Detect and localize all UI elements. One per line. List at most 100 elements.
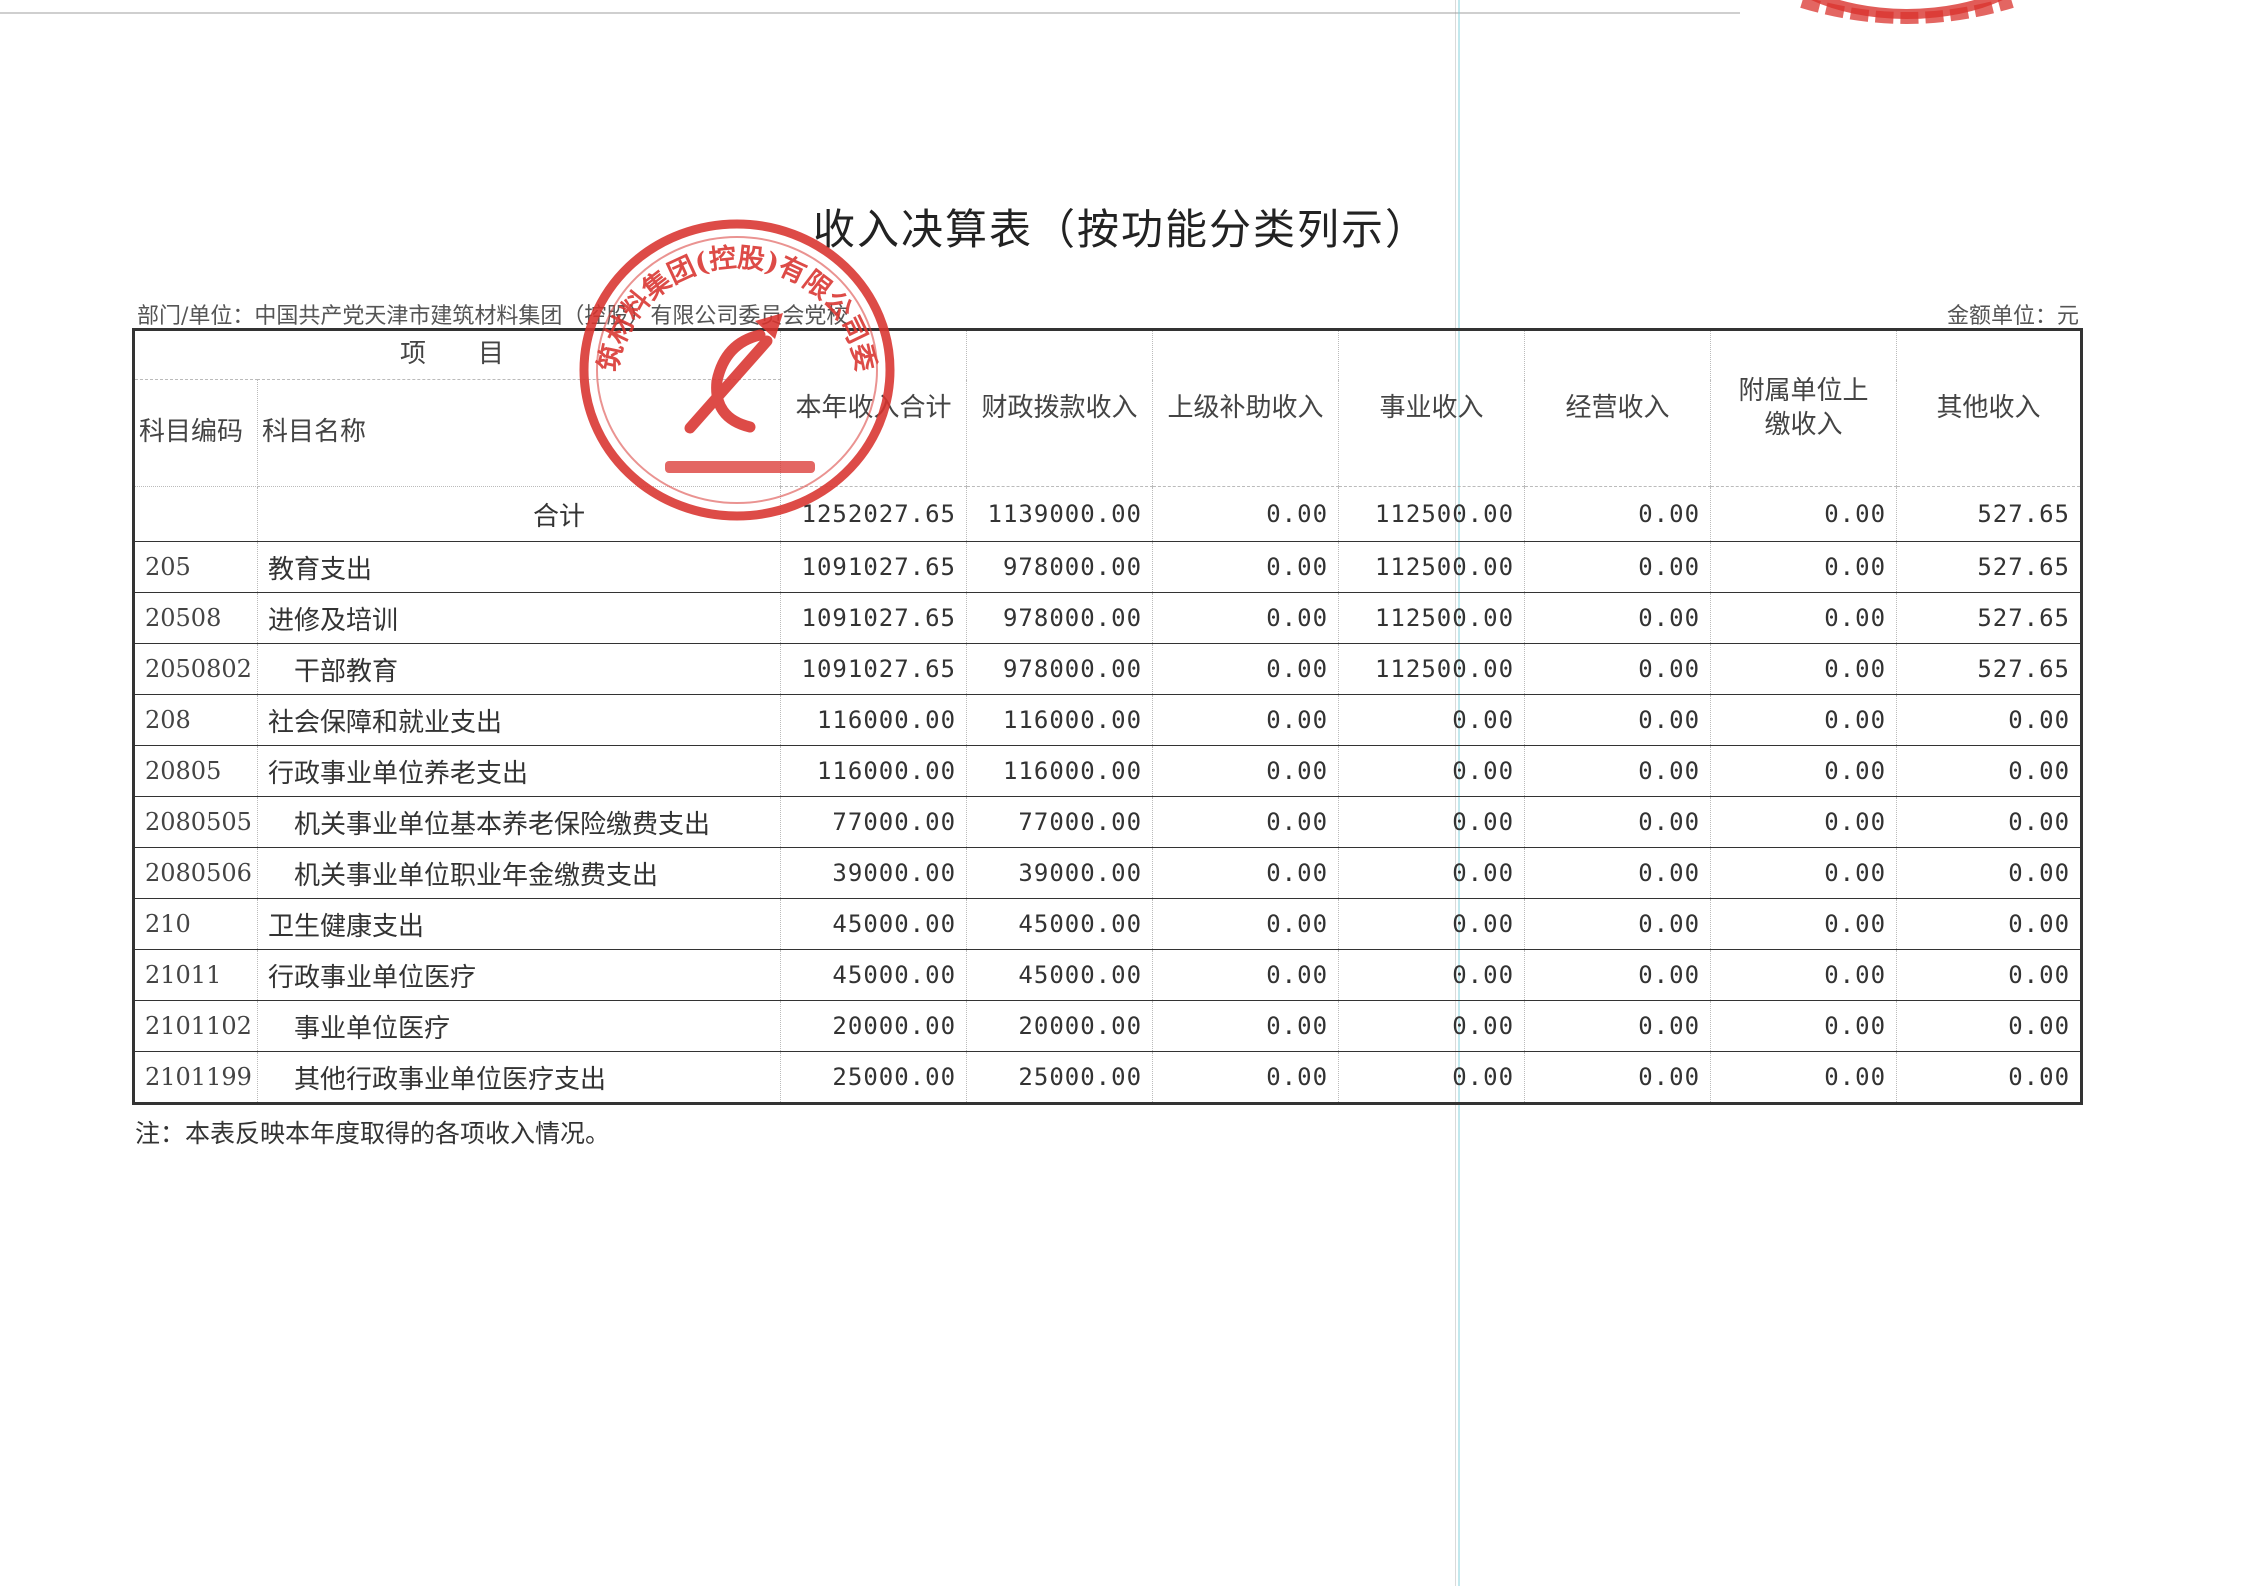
amount-cell: 978000.00 [966,541,1154,593]
amount-cell: 25000.00 [966,1051,1154,1104]
subject-name: 机关事业单位基本养老保险缴费支出 [256,796,782,848]
amount-cell: 0.00 [1152,592,1340,644]
col-header: 本年收入合计 [780,329,968,487]
amount-cell: 0.00 [1896,745,2083,797]
amount-cell: 0.00 [1524,694,1712,746]
amount-cell: 0.00 [1896,898,2083,950]
amount-cell: 0.00 [1710,898,1898,950]
amount-cell: 45000.00 [780,949,968,1001]
amount-cell: 0.00 [1710,949,1898,1001]
amount-cell: 0.00 [1152,949,1340,1001]
amount-cell: 1091027.65 [780,643,968,695]
table-row: 2101102 事业单位医疗 20000.00 20000.00 0.00 0.00 0.0… [133,1000,2083,1052]
table-row: 21011 行政事业单位医疗 45000.00 45000.00 0.00 0.00 0.0… [133,949,2083,1001]
amount-cell: 527.65 [1896,643,2083,695]
subject-name: 干部教育 [256,643,782,695]
amount-cell: 25000.00 [780,1051,968,1104]
amount-cell: 45000.00 [780,898,968,950]
table-row: 20508 进修及培训 1091027.65 978000.00 0.00 112500.… [133,592,2083,644]
subject-code: 208 [133,694,258,746]
subject-code: 2101102 [133,1000,258,1052]
table-row: 2080505 机关事业单位基本养老保险缴费支出 77000.00 77000.00 0… [133,796,2083,848]
amount-cell: 0.00 [1524,541,1712,593]
amount-cell: 39000.00 [966,847,1154,899]
amount-cell: 116000.00 [966,694,1154,746]
amount-cell: 0.00 [1896,796,2083,848]
total-cell: 0.00 [1152,486,1340,542]
amount-cell: 0.00 [1152,898,1340,950]
amount-cell: 0.00 [1710,745,1898,797]
col-header: 事业收入 [1338,329,1526,487]
amount-cell: 0.00 [1524,1051,1712,1104]
amount-cell: 112500.00 [1338,541,1526,593]
amount-cell: 0.00 [1152,694,1340,746]
total-row: 合计 1252027.65 1139000.00 0.00 112500.00 … [133,486,2083,542]
amount-cell: 0.00 [1896,694,2083,746]
amount-cell: 0.00 [1710,694,1898,746]
table-row: 2050802 干部教育 1091027.65 978000.00 0.00 112500… [133,643,2083,695]
amount-cell: 1091027.65 [780,541,968,593]
department-label: 部门/单位：中国共产党天津市建筑材料集团（控股）有限公司委员会党校 [137,304,849,329]
amount-cell: 0.00 [1710,541,1898,593]
amount-cell: 0.00 [1710,796,1898,848]
amount-cell: 0.00 [1710,592,1898,644]
total-cell: 112500.00 [1338,486,1526,542]
col-header: 财政拨款收入 [966,329,1154,487]
amount-cell: 77000.00 [780,796,968,848]
amount-cell: 0.00 [1710,1051,1898,1104]
amount-cell: 0.00 [1896,1051,2083,1104]
amount-cell: 20000.00 [966,1000,1154,1052]
subject-name: 事业单位医疗 [256,1000,782,1052]
currency-unit-label: 金额单位：元 [1946,304,2079,329]
col-header: 经营收入 [1524,329,1712,487]
amount-cell: 0.00 [1152,541,1340,593]
amount-cell: 112500.00 [1338,592,1526,644]
amount-cell: 0.00 [1338,847,1526,899]
amount-cell: 39000.00 [780,847,968,899]
subject-code: 210 [133,898,258,950]
subject-name: 教育支出 [256,541,782,593]
subject-code: 205 [133,541,258,593]
col-header: 其他收入 [1896,329,2083,487]
amount-cell: 0.00 [1152,643,1340,695]
subject-code: 2080505 [133,796,258,848]
amount-cell: 0.00 [1710,643,1898,695]
subject-name: 机关事业单位职业年金缴费支出 [256,847,782,899]
amount-cell: 0.00 [1338,898,1526,950]
subject-code: 2050802 [133,643,258,695]
amount-cell: 20000.00 [780,1000,968,1052]
table-row: 205 教育支出 1091027.65 978000.00 0.00 112500.00 0… [133,541,2083,593]
total-cell: 0.00 [1524,486,1712,542]
amount-cell: 0.00 [1896,1000,2083,1052]
subject-code: 2080506 [133,847,258,899]
subject-name: 进修及培训 [256,592,782,644]
item-header: 项 目 [132,329,782,380]
subject-name: 行政事业单位养老支出 [256,745,782,797]
revenue-table: 项 目 本年收入合计 财政拨款收入 上级补助收入 事业收入 经营收入 附属单位上… [132,328,2084,1105]
amount-cell: 527.65 [1896,592,2083,644]
amount-cell: 0.00 [1152,745,1340,797]
amount-cell: 0.00 [1338,1051,1526,1104]
subject-name: 其他行政事业单位医疗支出 [256,1051,782,1104]
scan-edge-line [0,12,1740,14]
amount-cell: 0.00 [1338,745,1526,797]
table-row: 2080506 机关事业单位职业年金缴费支出 39000.00 39000.00 0.0… [133,847,2083,899]
table-row: 20805 行政事业单位养老支出 116000.00 116000.00 0.00 0.0… [133,745,2083,797]
page-title: 收入决算表（按功能分类列示） [812,205,1429,254]
amount-cell: 527.65 [1896,541,2083,593]
partial-seal-top [1762,0,2052,36]
subject-code: 2101199 [133,1051,258,1104]
subject-name: 卫生健康支出 [256,898,782,950]
code-header: 科目编码 [133,379,258,487]
subject-name: 行政事业单位医疗 [256,949,782,1001]
amount-cell: 0.00 [1896,949,2083,1001]
amount-cell: 0.00 [1524,949,1712,1001]
total-cell: 1139000.00 [966,486,1154,542]
subject-code: 20805 [133,745,258,797]
total-cell: 527.65 [1896,486,2083,542]
total-cell: 0.00 [1710,486,1898,542]
amount-cell: 0.00 [1524,796,1712,848]
amount-cell: 112500.00 [1338,643,1526,695]
subject-name: 社会保障和就业支出 [256,694,782,746]
subject-code: 20508 [133,592,258,644]
